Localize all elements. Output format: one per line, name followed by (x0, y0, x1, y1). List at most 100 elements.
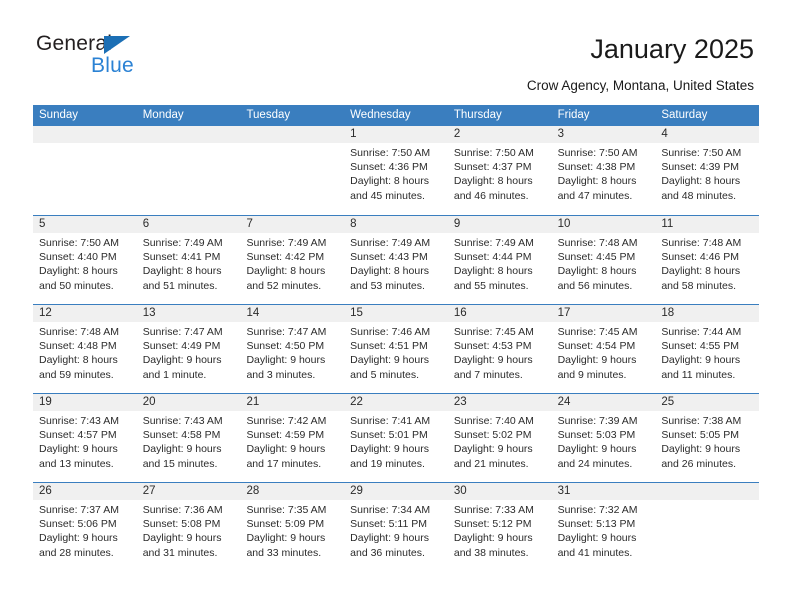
day-detail-line: Sunset: 5:01 PM (350, 429, 428, 442)
calendar-day-cell[interactable]: 11 Sunrise: 7:48 AM Sunset: 4:46 PM Dayligh… (655, 216, 760, 304)
calendar-day-cell[interactable]: 16 Sunrise: 7:45 AM Sunset: 4:53 PM Dayligh… (447, 305, 552, 393)
day-detail-line: Daylight: 8 hours (557, 265, 637, 278)
day-detail-line: Sunset: 5:11 PM (350, 518, 428, 531)
day-details: Sunrise: 7:42 AM Sunset: 4:59 PM Daylight:… (240, 411, 344, 471)
day-number (136, 126, 241, 143)
day-detail-line: Daylight: 9 hours (350, 443, 429, 456)
day-details: Sunrise: 7:49 AM Sunset: 4:42 PM Daylight:… (240, 233, 344, 293)
calendar-day-cell[interactable]: 31 Sunrise: 7:32 AM Sunset: 5:13 PM Dayligh… (551, 483, 656, 571)
calendar-day-cell[interactable]: 25 Sunrise: 7:38 AM Sunset: 5:05 PM Dayligh… (655, 394, 760, 482)
calendar-day-cell[interactable]: 22 Sunrise: 7:41 AM Sunset: 5:01 PM Dayligh… (344, 394, 448, 482)
day-detail-line: Sunset: 4:44 PM (453, 251, 532, 264)
calendar-day-cell[interactable]: 20 Sunrise: 7:43 AM Sunset: 4:58 PM Dayligh… (136, 394, 241, 482)
day-detail-line: Daylight: 8 hours (350, 265, 429, 278)
day-detail-line: Sunrise: 7:48 AM (39, 326, 119, 338)
day-detail-line: and 28 minutes. (39, 546, 114, 559)
calendar-day-cell[interactable]: 17 Sunrise: 7:45 AM Sunset: 4:54 PM Dayligh… (551, 305, 656, 393)
calendar-day-cell[interactable]: 4 Sunrise: 7:50 AM Sunset: 4:39 PM Daylight… (655, 126, 760, 215)
day-detail-line: Daylight: 8 hours (453, 175, 533, 188)
day-detail-line: Sunrise: 7:46 AM (350, 326, 431, 338)
day-detail-line: and 50 minutes. (39, 279, 114, 292)
calendar-day-cell[interactable]: 18 Sunrise: 7:44 AM Sunset: 4:55 PM Dayligh… (655, 305, 760, 393)
day-detail-line: Sunset: 4:54 PM (557, 340, 636, 353)
calendar-day-cell[interactable]: 5 Sunrise: 7:50 AM Sunset: 4:40 PM Daylight… (33, 216, 137, 304)
calendar-day-cell[interactable]: 9 Sunrise: 7:49 AM Sunset: 4:44 PM Daylight… (447, 216, 552, 304)
calendar-day-cell[interactable]: 27 Sunrise: 7:36 AM Sunset: 5:08 PM Dayligh… (136, 483, 241, 571)
calendar-day-cell[interactable]: 15 Sunrise: 7:46 AM Sunset: 4:51 PM Dayligh… (344, 305, 448, 393)
day-detail-line: and 21 minutes. (453, 457, 529, 470)
logo-text-blue: Blue (91, 54, 134, 77)
day-detail-line: and 31 minutes. (142, 546, 218, 559)
day-detail-line: Daylight: 8 hours (453, 265, 533, 278)
calendar-grid: Sunday Monday Tuesday Wednesday Thursday Frid… (33, 105, 760, 571)
calendar-day-cell[interactable]: 28 Sunrise: 7:35 AM Sunset: 5:09 PM Dayligh… (240, 483, 345, 571)
calendar-day-cell[interactable]: 21 Sunrise: 7:42 AM Sunset: 4:59 PM Dayligh… (240, 394, 345, 482)
day-detail-line: Daylight: 9 hours (453, 532, 533, 545)
calendar-day-cell[interactable]: 13 Sunrise: 7:47 AM Sunset: 4:49 PM Dayligh… (136, 305, 241, 393)
day-detail-line: Sunrise: 7:39 AM (557, 415, 638, 427)
day-number: 2 (447, 126, 552, 143)
day-detail-line: Sunrise: 7:48 AM (557, 237, 638, 249)
calendar-day-cell[interactable]: 30 Sunrise: 7:33 AM Sunset: 5:12 PM Dayligh… (447, 483, 552, 571)
day-detail-line: Daylight: 8 hours (142, 265, 222, 278)
day-detail-line: Daylight: 9 hours (39, 532, 118, 545)
day-number: 22 (344, 394, 448, 411)
calendar-day-cell[interactable]: 26 Sunrise: 7:37 AM Sunset: 5:06 PM Dayligh… (33, 483, 137, 571)
day-details (137, 143, 241, 146)
day-details: Sunrise: 7:49 AM Sunset: 4:44 PM Daylight:… (448, 233, 552, 293)
day-detail-line: and 17 minutes. (246, 457, 322, 470)
day-number: 19 (33, 394, 137, 411)
day-detail-line: Daylight: 8 hours (557, 175, 637, 188)
day-details: Sunrise: 7:48 AM Sunset: 4:45 PM Daylight:… (552, 233, 656, 293)
day-detail-line: Daylight: 9 hours (246, 532, 326, 545)
day-detail-line: and 7 minutes. (453, 368, 523, 381)
day-detail-line: Daylight: 8 hours (661, 175, 741, 188)
day-detail-line: Sunset: 4:50 PM (246, 340, 325, 353)
day-number: 25 (655, 394, 760, 411)
day-number: 4 (655, 126, 760, 143)
calendar-day-cell[interactable]: 29 Sunrise: 7:34 AM Sunset: 5:11 PM Dayligh… (344, 483, 448, 571)
day-details: Sunrise: 7:45 AM Sunset: 4:54 PM Daylight:… (552, 322, 656, 382)
weekday-header-monday: Monday (142, 109, 184, 121)
day-detail-line: Daylight: 8 hours (39, 354, 118, 367)
day-detail-line: Sunset: 5:06 PM (39, 518, 117, 531)
page-title: January 2025 (590, 34, 754, 64)
calendar-week-row: 5 Sunrise: 7:50 AM Sunset: 4:40 PM Daylight… (33, 215, 760, 304)
calendar-day-cell[interactable]: 23 Sunrise: 7:40 AM Sunset: 5:02 PM Dayligh… (447, 394, 552, 482)
day-details: Sunrise: 7:43 AM Sunset: 4:58 PM Daylight:… (137, 411, 241, 471)
day-detail-line: Sunrise: 7:49 AM (453, 237, 534, 249)
day-detail-line: Sunrise: 7:43 AM (142, 415, 223, 427)
day-number: 23 (447, 394, 552, 411)
calendar-day-cell[interactable]: 6 Sunrise: 7:49 AM Sunset: 4:41 PM Daylight… (136, 216, 241, 304)
day-details (655, 500, 759, 503)
day-detail-line: Sunrise: 7:36 AM (142, 504, 223, 516)
day-number: 9 (447, 216, 552, 233)
general-blue-logo[interactable]: General Blue (36, 33, 236, 85)
day-detail-line: and 26 minutes. (661, 457, 737, 470)
calendar-day-cell[interactable]: 12 Sunrise: 7:48 AM Sunset: 4:48 PM Dayligh… (33, 305, 137, 393)
calendar-day-cell[interactable]: 1 Sunrise: 7:50 AM Sunset: 4:36 PM Daylight… (344, 126, 448, 215)
day-detail-line: and 24 minutes. (557, 457, 633, 470)
calendar-day-cell[interactable]: 3 Sunrise: 7:50 AM Sunset: 4:38 PM Daylight… (551, 126, 656, 215)
day-detail-line: Daylight: 8 hours (246, 265, 326, 278)
day-detail-line: and 9 minutes. (557, 368, 627, 381)
day-detail-line: Sunrise: 7:50 AM (350, 147, 431, 159)
calendar-day-cell-empty (33, 126, 137, 215)
calendar-day-cell[interactable]: 8 Sunrise: 7:49 AM Sunset: 4:43 PM Daylight… (344, 216, 448, 304)
day-detail-line: Sunrise: 7:45 AM (453, 326, 534, 338)
day-detail-line: Sunset: 4:53 PM (453, 340, 532, 353)
page-header: General Blue January 2025 Crow Agency, M… (0, 0, 792, 103)
day-detail-line: Daylight: 9 hours (246, 443, 326, 456)
calendar-day-cell[interactable]: 19 Sunrise: 7:43 AM Sunset: 4:57 PM Dayligh… (33, 394, 137, 482)
calendar-day-cell[interactable]: 14 Sunrise: 7:47 AM Sunset: 4:50 PM Dayligh… (240, 305, 345, 393)
day-number: 5 (33, 216, 137, 233)
day-details: Sunrise: 7:50 AM Sunset: 4:37 PM Daylight:… (448, 143, 552, 203)
day-number: 27 (136, 483, 241, 500)
day-detail-line: Sunrise: 7:49 AM (142, 237, 223, 249)
calendar-day-cell[interactable]: 7 Sunrise: 7:49 AM Sunset: 4:42 PM Daylight… (240, 216, 345, 304)
calendar-day-cell[interactable]: 2 Sunrise: 7:50 AM Sunset: 4:37 PM Daylight… (447, 126, 552, 215)
calendar-day-cell[interactable]: 24 Sunrise: 7:39 AM Sunset: 5:03 PM Dayligh… (551, 394, 656, 482)
calendar-day-cell[interactable]: 10 Sunrise: 7:48 AM Sunset: 4:45 PM Dayligh… (551, 216, 656, 304)
day-number: 14 (240, 305, 345, 322)
day-detail-line: Sunrise: 7:35 AM (246, 504, 327, 516)
